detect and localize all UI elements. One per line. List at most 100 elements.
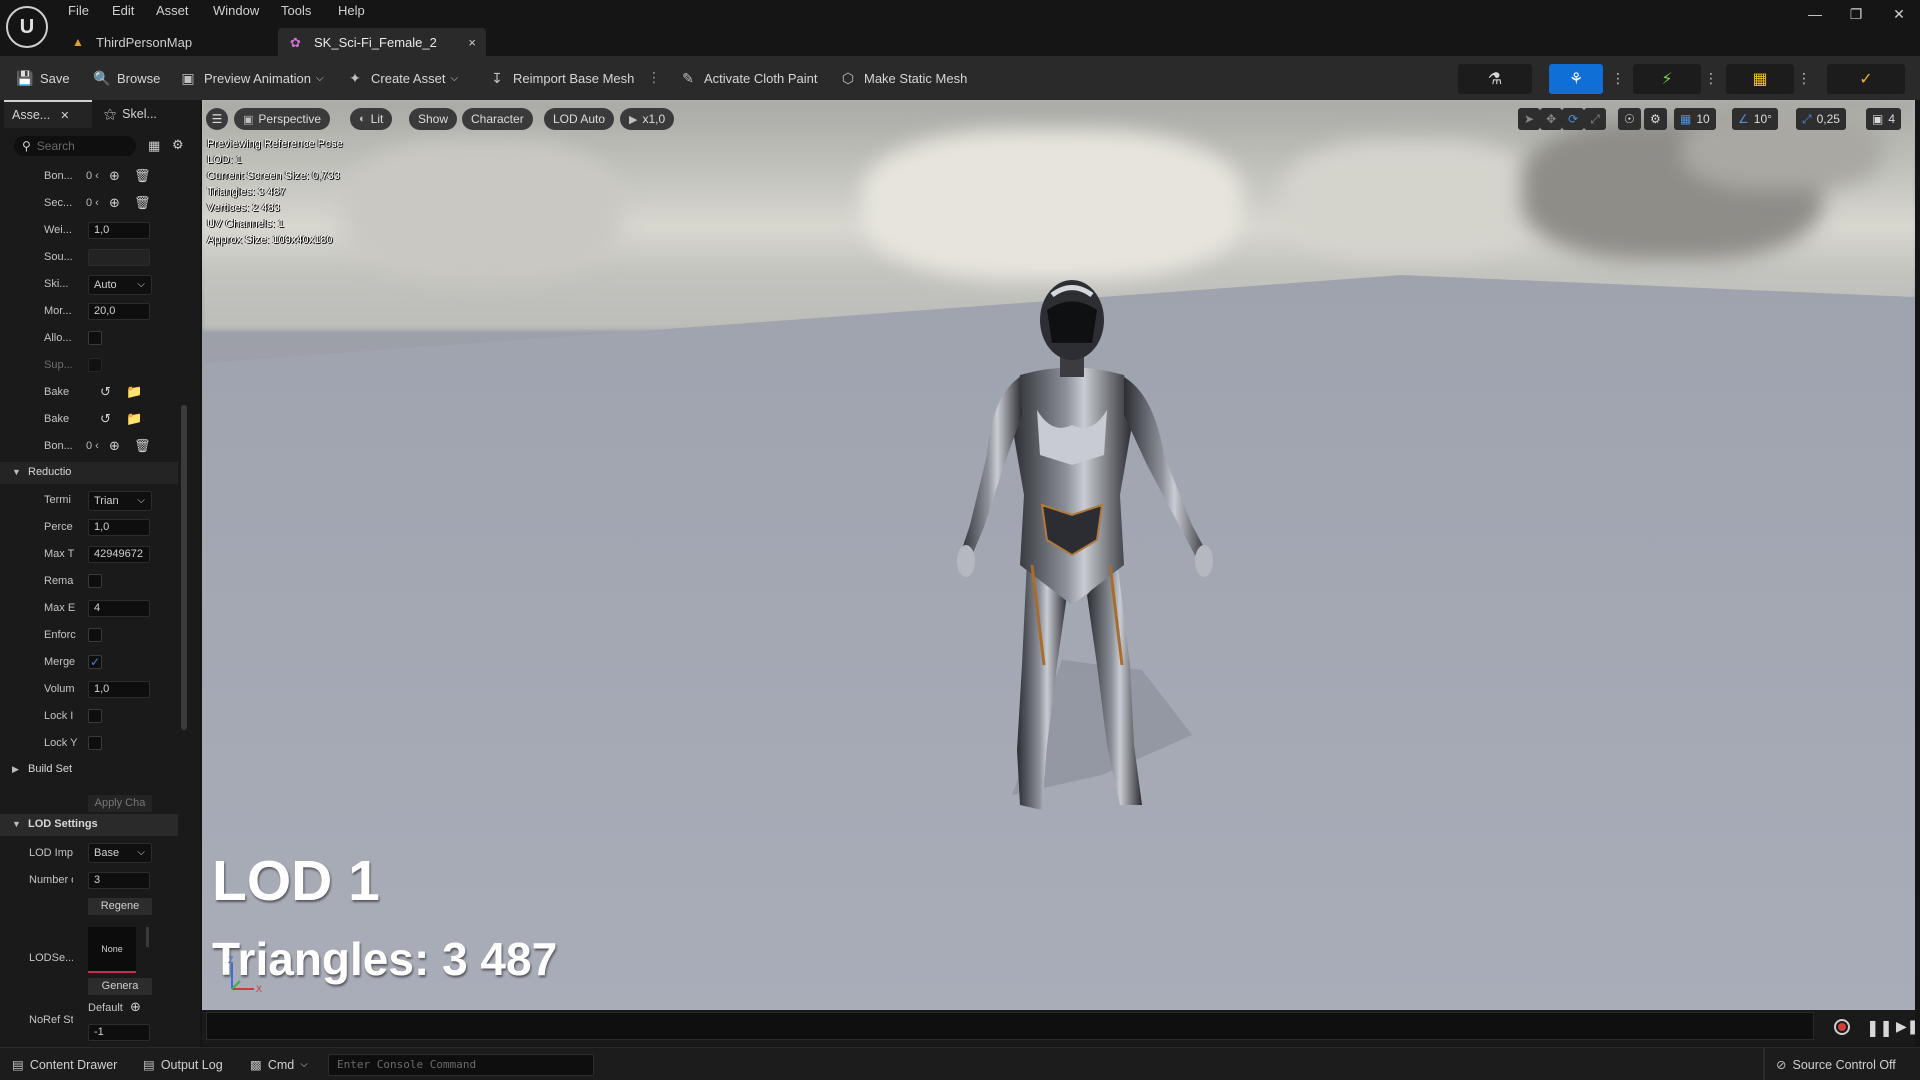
create-asset-button[interactable]: ✦ Create Asset ⌵: [347, 64, 458, 92]
source-control-button[interactable]: ⊘ Source Control Off: [1776, 1057, 1896, 1073]
delete-icon[interactable]: 🗑: [134, 195, 151, 211]
asset-thumbnail[interactable]: None: [88, 927, 136, 973]
blueprint-mode-button[interactable]: ▦: [1726, 64, 1794, 94]
percent-field[interactable]: 1,0: [88, 519, 150, 536]
preview-animation-button[interactable]: ▣ Preview Animation ⌵: [180, 64, 323, 92]
unreal-logo-icon[interactable]: U: [6, 6, 48, 48]
close-window-icon[interactable]: ✕: [1879, 6, 1919, 23]
add-element-icon[interactable]: ⊕: [109, 168, 120, 184]
animation-mode-kebab-icon[interactable]: ⋮: [1704, 70, 1718, 87]
camera-speed[interactable]: ▣ 4: [1866, 108, 1902, 130]
weight-field[interactable]: 1,0: [88, 222, 150, 239]
grid-snap[interactable]: ▦ 10: [1674, 108, 1716, 130]
browse-button[interactable]: 🔍 Browse: [93, 64, 160, 92]
menu-edit[interactable]: Edit: [112, 3, 134, 18]
add-element-icon[interactable]: ⊕: [109, 195, 120, 211]
output-log-button[interactable]: ▤ Output Log: [143, 1057, 223, 1073]
minimize-icon[interactable]: —: [1795, 6, 1835, 22]
reduction-section-header[interactable]: ▼ Reductio: [0, 462, 178, 484]
merge-checkbox[interactable]: ✓: [88, 655, 102, 669]
console-command-input[interactable]: Enter Console Command: [328, 1054, 594, 1076]
surface-snap-toggle[interactable]: ⚙: [1644, 108, 1667, 130]
make-static-mesh-button[interactable]: ⬡ Make Static Mesh: [840, 64, 967, 92]
timeline-track[interactable]: [206, 1012, 1814, 1040]
tab-skeletal-mesh[interactable]: ✿ SK_Sci-Fi_Female_2 ×: [278, 28, 486, 56]
show-button[interactable]: Show: [409, 108, 458, 130]
mesh-mode-kebab-icon[interactable]: ⋮: [1611, 70, 1625, 87]
number-of-lods-field[interactable]: 3: [88, 872, 150, 889]
perspective-button[interactable]: ▣ Perspective: [234, 108, 331, 130]
lit-button[interactable]: ◐ Lit: [350, 108, 393, 130]
termination-dropdown[interactable]: Trian ⌵: [88, 491, 152, 511]
build-settings-section-header[interactable]: ▶ Build Set: [0, 759, 178, 781]
max-edge-field[interactable]: 4: [88, 600, 150, 617]
coordinate-space-toggle[interactable]: ☉: [1618, 108, 1641, 130]
mesh-mode-button[interactable]: ⚘: [1549, 64, 1603, 94]
tab-close-icon[interactable]: ×: [468, 35, 476, 50]
enforce-checkbox[interactable]: [88, 628, 102, 642]
remap-checkbox[interactable]: [88, 574, 102, 588]
delete-icon[interactable]: 🗑: [134, 168, 151, 184]
browse-folder-icon[interactable]: 📁: [126, 411, 142, 427]
browse-folder-icon[interactable]: 📁: [126, 384, 142, 400]
menu-file[interactable]: File: [68, 3, 89, 18]
blueprint-mode-kebab-icon[interactable]: ⋮: [1797, 70, 1811, 87]
save-button[interactable]: 💾 Save: [16, 64, 70, 92]
playback-speed-button[interactable]: ▶ x1,0: [620, 108, 675, 130]
viewport-menu-button[interactable]: ☰: [206, 108, 228, 130]
search-input[interactable]: ⚲ Search: [14, 136, 136, 156]
lock-checkbox[interactable]: [88, 709, 102, 723]
pause-icon[interactable]: ❚❚: [1866, 1018, 1893, 1038]
translate-tool-icon[interactable]: ✥: [1540, 108, 1563, 130]
rotate-tool-icon[interactable]: ⟳: [1562, 108, 1585, 130]
select-tool-icon[interactable]: ➤: [1518, 108, 1541, 130]
max-triangles-field[interactable]: 42949672: [88, 546, 150, 563]
apply-changes-button[interactable]: Apply Cha: [88, 795, 152, 812]
lock-checkbox[interactable]: [88, 736, 102, 750]
add-element-icon[interactable]: ⊕: [109, 438, 120, 454]
morph-field[interactable]: 20,0: [88, 303, 150, 320]
tab-third-person-map[interactable]: ▲ ThirdPersonMap: [60, 28, 275, 56]
noref-streaming-field[interactable]: -1: [88, 1024, 150, 1041]
viewport[interactable]: ☰ ▣ Perspective ◐ Lit Show Character LOD A…: [202, 100, 1915, 1010]
table-view-icon[interactable]: ▦: [148, 138, 160, 154]
reset-icon[interactable]: ↺: [100, 411, 111, 427]
lod-auto-button[interactable]: LOD Auto: [544, 108, 615, 130]
tab-skeleton-tree[interactable]: ⚝ Skel...: [96, 100, 176, 128]
volume-field[interactable]: 1,0: [88, 681, 150, 698]
tab-asset-details[interactable]: Asse... ✕: [4, 100, 92, 128]
reimport-button[interactable]: ↧ Reimport Base Mesh: [489, 64, 634, 92]
record-button[interactable]: [1834, 1019, 1850, 1035]
skeleton-mode-button[interactable]: ⚗: [1458, 64, 1532, 94]
physics-mode-button[interactable]: ✓: [1827, 64, 1905, 94]
scale-snap[interactable]: ⤢ 0,25: [1796, 108, 1846, 130]
animation-mode-button[interactable]: ⚡: [1633, 64, 1701, 94]
generate-button[interactable]: Genera: [88, 978, 152, 995]
cmd-dropdown[interactable]: ▩ Cmd ⌵: [250, 1057, 308, 1073]
reimport-options-kebab-icon[interactable]: ⋮: [647, 70, 661, 86]
menu-help[interactable]: Help: [338, 3, 365, 18]
add-override-icon[interactable]: ⊕: [130, 999, 141, 1015]
activate-cloth-paint-button[interactable]: ✎ Activate Cloth Paint: [680, 64, 817, 92]
reset-icon[interactable]: ↺: [100, 384, 111, 400]
source-field[interactable]: [88, 249, 150, 266]
restore-icon[interactable]: ❐: [1836, 6, 1876, 23]
allow-checkbox[interactable]: [88, 331, 102, 345]
lod-settings-section-header[interactable]: ▼ LOD Settings: [0, 814, 178, 836]
menu-window[interactable]: Window: [213, 3, 259, 18]
scale-tool-icon[interactable]: ⤢: [1584, 108, 1606, 130]
regenerate-button[interactable]: Regenе: [88, 898, 152, 915]
tab-label: SK_Sci-Fi_Female_2: [314, 34, 437, 50]
gear-icon[interactable]: ⚙: [172, 137, 184, 153]
lod-import-dropdown[interactable]: Base ⌵: [88, 843, 152, 863]
delete-icon[interactable]: 🗑: [134, 438, 151, 454]
rotation-snap[interactable]: ∠ 10°: [1732, 108, 1778, 130]
menu-asset[interactable]: Asset: [156, 3, 189, 18]
menu-tools[interactable]: Tools: [281, 3, 311, 18]
details-scrollbar[interactable]: [181, 405, 187, 730]
step-forward-icon[interactable]: ▶❚: [1896, 1018, 1919, 1035]
close-icon[interactable]: ✕: [60, 109, 69, 122]
skinning-dropdown[interactable]: Auto ⌵: [88, 275, 152, 295]
character-button[interactable]: Character: [462, 108, 533, 130]
content-drawer-button[interactable]: ▤ Content Drawer: [12, 1057, 117, 1073]
